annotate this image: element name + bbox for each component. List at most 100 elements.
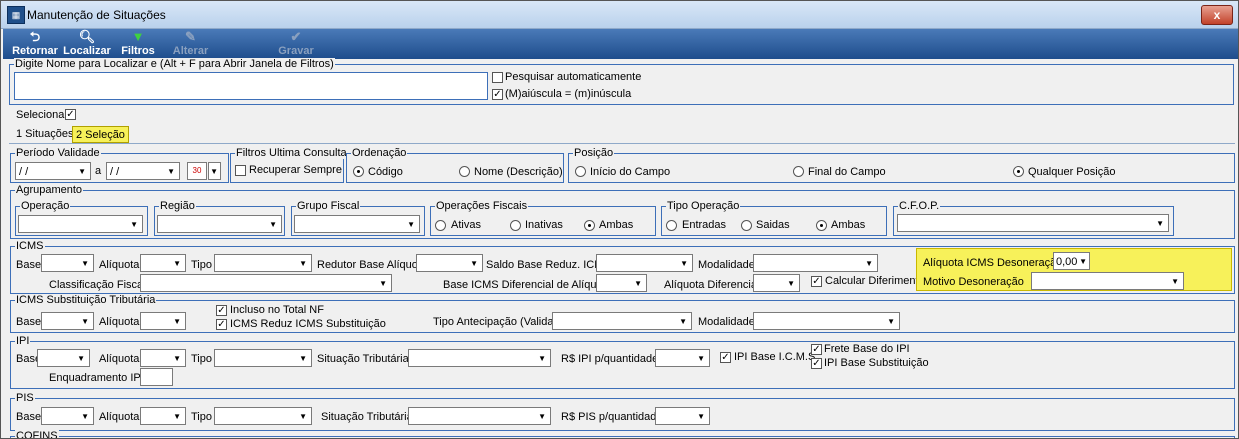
aliq-deson-select[interactable]: 0,00 ▼ (1053, 252, 1090, 270)
icms-modalidade-select[interactable]: ▼ (753, 254, 878, 272)
alterar-button[interactable]: ✎ Alterar (168, 29, 213, 59)
case-label: (M)aiúscula = (m)inúscula (505, 88, 632, 100)
ipi-aliquota-select[interactable]: ▼ (140, 349, 186, 367)
tab-situacoes[interactable]: 1 Situações (13, 126, 76, 142)
motivo-deson-select[interactable]: ▼ (1031, 272, 1184, 290)
tipo-operacao-ambas-radio[interactable] (816, 220, 827, 231)
recuperar-checkbox[interactable] (235, 165, 246, 176)
auto-search-checkbox[interactable] (492, 72, 503, 83)
aliq-deson-label: Alíquota ICMS Desoneração (923, 257, 1063, 269)
gravar-button[interactable]: ✔ Gravar (275, 29, 317, 59)
periodo-to-field[interactable]: / / ▼ (106, 162, 180, 180)
regiao-select[interactable]: ▼ (157, 215, 282, 233)
icms-aliq-dif-select[interactable]: ▼ (753, 274, 800, 292)
ipi-legend: IPI (15, 335, 31, 347)
chevron-down-icon: ▼ (210, 167, 218, 176)
chevron-down-icon: ▼ (81, 412, 89, 421)
icms-classificacao-select[interactable]: ▼ (140, 274, 392, 292)
ipi-rs-select[interactable]: ▼ (655, 349, 710, 367)
periodo-from-field[interactable]: / / ▼ (15, 162, 91, 180)
icms-st-base-select[interactable]: ▼ (41, 312, 94, 330)
incluso-checkbox[interactable]: ✓ (216, 305, 227, 316)
chevron-down-icon: ▼ (538, 354, 546, 363)
posicao-inicio-radio[interactable] (575, 166, 586, 177)
selecionar-label: Selecionar (16, 109, 68, 121)
close-button[interactable]: x (1201, 5, 1233, 25)
frete-checkbox[interactable]: ✓ (811, 344, 822, 355)
operacao-select[interactable]: ▼ (18, 215, 143, 233)
ipi-situacao-select[interactable]: ▼ (408, 349, 551, 367)
icms-redutor-select[interactable]: ▼ (416, 254, 483, 272)
search-legend: Digite Nome para Localizar e (Alt + F pa… (14, 58, 335, 70)
tipo-operacao-entradas-radio[interactable] (666, 220, 677, 231)
icms-base-dif-label: Base ICMS Diferencial de Alíquota (443, 279, 612, 291)
ipi-base-icms-label: IPI Base I.C.M.S. (734, 351, 819, 363)
pis-base-label: Base (16, 411, 42, 423)
pis-aliquota-select[interactable]: ▼ (140, 407, 186, 425)
chevron-down-icon: ▼ (407, 220, 415, 229)
selecionar-checkbox[interactable]: ✓ (65, 109, 76, 120)
ipi-base-sub-label: IPI Base Substituição (824, 357, 929, 369)
tipo-antec-select[interactable]: ▼ (552, 312, 692, 330)
chevron-down-icon: ▼ (379, 279, 387, 288)
calendar-dropdown[interactable]: ▼ (208, 162, 221, 180)
enquadramento-label: Enquadramento IPI (49, 372, 144, 384)
op-fiscais-ativas-radio[interactable] (435, 220, 446, 231)
reduz-checkbox[interactable]: ✓ (216, 319, 227, 330)
localizar-button[interactable]: 🔍︎ Localizar (61, 29, 113, 59)
ipi-base-select[interactable]: ▼ (37, 349, 90, 367)
op-fiscais-ambas-label: Ambas (599, 219, 634, 231)
enquadramento-input[interactable] (140, 368, 173, 386)
icms-st-modalidade-label: Modalidade (698, 316, 755, 328)
cofins-legend: COFINS (15, 430, 59, 438)
icms-base-label: Base (16, 259, 42, 271)
pis-situacao-select[interactable]: ▼ (408, 407, 551, 425)
agrupamento-legend: Agrupamento (15, 184, 84, 196)
regiao-legend: Região (159, 200, 196, 212)
retornar-button[interactable]: ⮌ Retornar (9, 29, 61, 59)
op-fiscais-ambas-radio[interactable] (584, 220, 595, 231)
search-input[interactable] (14, 72, 488, 100)
ipi-base-sub-checkbox[interactable]: ✓ (811, 358, 822, 369)
pis-legend: PIS (15, 392, 35, 404)
ipi-base-icms-checkbox[interactable]: ✓ (720, 352, 731, 363)
icms-saldo-select[interactable]: ▼ (596, 254, 693, 272)
chevron-down-icon: ▼ (1171, 277, 1179, 286)
ordenacao-codigo-label: Código (368, 166, 403, 178)
tab-selecao[interactable]: 2 Seleção (72, 126, 129, 143)
cfop-select[interactable]: ▼ (897, 214, 1169, 232)
chevron-down-icon: ▼ (167, 167, 175, 176)
pis-tipo-label: Tipo (191, 411, 212, 423)
posicao-qualquer-label: Qualquer Posição (1028, 166, 1116, 178)
calcular-diferimento-checkbox[interactable]: ✓ (811, 276, 822, 287)
chevron-down-icon: ▼ (470, 259, 478, 268)
tipo-operacao-saidas-radio[interactable] (741, 220, 752, 231)
calendar-icon[interactable]: 30 (187, 162, 207, 180)
filtros-button[interactable]: ▼ Filtros (118, 29, 158, 59)
ordenacao-legend: Ordenação (351, 147, 408, 159)
chevron-down-icon: ▼ (1079, 257, 1087, 266)
ordenacao-codigo-radio[interactable] (353, 166, 364, 177)
icms-st-modalidade-select[interactable]: ▼ (753, 312, 900, 330)
pis-tipo-select[interactable]: ▼ (214, 407, 312, 425)
chevron-down-icon: ▼ (634, 279, 642, 288)
icms-base-select[interactable]: ▼ (41, 254, 94, 272)
icms-tipo-select[interactable]: ▼ (214, 254, 312, 272)
grupo-fiscal-select[interactable]: ▼ (294, 215, 420, 233)
recuperar-label: Recuperar Sempre (249, 164, 342, 176)
icms-st-aliquota-select[interactable]: ▼ (140, 312, 186, 330)
pis-rs-select[interactable]: ▼ (655, 407, 710, 425)
chevron-down-icon: ▼ (787, 279, 795, 288)
ordenacao-nome-radio[interactable] (459, 166, 470, 177)
calcular-diferimento-label: Calcular Diferimento (825, 275, 925, 287)
posicao-qualquer-radio[interactable] (1013, 166, 1024, 177)
case-checkbox[interactable]: ✓ (492, 89, 503, 100)
chevron-down-icon: ▼ (538, 412, 546, 421)
icms-aliquota-select[interactable]: ▼ (140, 254, 186, 272)
op-fiscais-inativas-radio[interactable] (510, 220, 521, 231)
icms-base-dif-select[interactable]: ▼ (596, 274, 647, 292)
posicao-final-radio[interactable] (793, 166, 804, 177)
ipi-tipo-select[interactable]: ▼ (214, 349, 312, 367)
posicao-legend: Posição (573, 147, 615, 159)
pis-base-select[interactable]: ▼ (41, 407, 94, 425)
